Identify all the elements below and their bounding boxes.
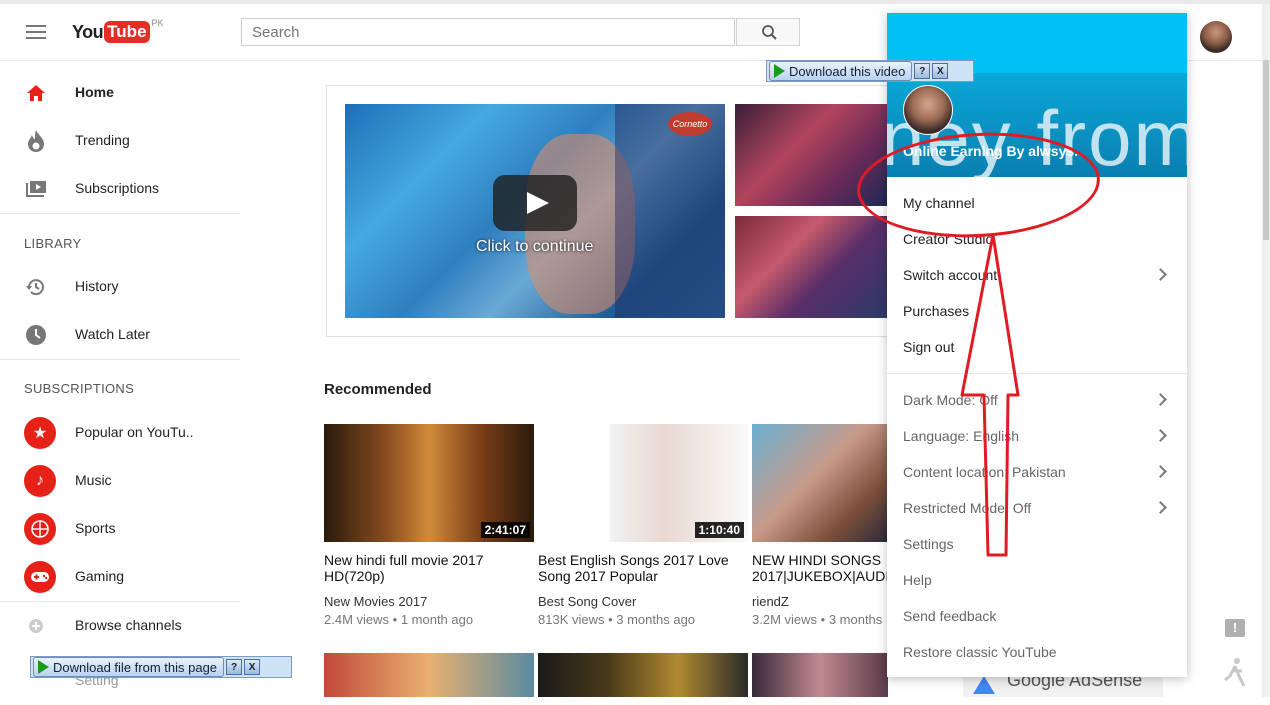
menu-item-restore-classic[interactable]: Restore classic YouTube (887, 634, 1187, 670)
sidebar-item-watch-later[interactable]: Watch Later (0, 311, 240, 359)
video-thumbnail[interactable] (752, 653, 888, 697)
scrollbar-thumb[interactable] (1263, 60, 1269, 240)
gamepad-icon (24, 561, 56, 593)
recommended-heading: Recommended (324, 381, 432, 398)
feedback-icon[interactable]: ! (1225, 619, 1245, 637)
sidebar-item-label: Gaming (75, 568, 125, 584)
sidebar-divider (0, 359, 240, 360)
play-arrow-icon (38, 660, 49, 674)
download-video-toolbar: Download this video ? X (766, 60, 974, 82)
menu-avatar (903, 85, 953, 135)
search-button[interactable] (736, 18, 800, 46)
home-icon (24, 81, 48, 105)
sidebar-divider (0, 213, 240, 214)
play-arrow-icon (774, 64, 785, 78)
chevron-right-icon (1154, 501, 1167, 514)
video-channel-name[interactable]: New Movies 2017 (324, 594, 427, 609)
chevron-right-icon (1154, 393, 1167, 406)
music-note-icon: ♪ (24, 465, 56, 497)
sidebar-item-label: Music (75, 472, 112, 488)
video-metadata: 813K views • 3 months ago (538, 612, 696, 627)
accessibility-icon[interactable] (1222, 656, 1248, 690)
video-thumbnail[interactable] (324, 653, 534, 697)
help-icon[interactable]: ? (226, 659, 243, 675)
logo-tube-text: Tube (104, 21, 150, 43)
sidebar-item-browse-channels[interactable]: Browse channels (0, 602, 240, 650)
account-avatar-button[interactable] (1200, 21, 1232, 53)
subscriptions-heading: SUBSCRIPTIONS (24, 381, 135, 396)
video-channel-name[interactable]: riendZ (752, 594, 789, 609)
sidebar-item-label: Subscriptions (75, 180, 160, 196)
history-icon (24, 275, 48, 299)
basketball-icon (24, 513, 56, 545)
sidebar-item-history[interactable]: History (0, 263, 240, 311)
duration-badge: 1:10:40 (694, 522, 744, 538)
help-icon[interactable]: ? (914, 63, 931, 79)
search-icon (762, 25, 777, 40)
video-title[interactable]: New hindi full movie 2017 HD(720p) (324, 552, 534, 584)
close-icon[interactable]: X (244, 659, 261, 675)
video-thumbnail[interactable]: 1:10:40 (538, 424, 748, 542)
chevron-right-icon (1154, 429, 1167, 442)
menu-item-send-feedback[interactable]: Send feedback (887, 598, 1187, 634)
video-title[interactable]: NEW HINDI SONGS 2017|JUKEBOX|AUDIO (752, 552, 888, 584)
video-thumbnail[interactable] (538, 653, 748, 697)
video-channel-name[interactable]: Best Song Cover (538, 594, 636, 609)
hamburger-menu-icon[interactable] (26, 25, 46, 41)
featured-thumbnail[interactable] (735, 216, 887, 318)
sidebar-item-label: Watch Later (75, 326, 150, 342)
download-video-button[interactable]: Download this video (769, 61, 913, 81)
sidebar-item-trending[interactable]: Trending (0, 117, 240, 165)
download-file-button[interactable]: Download file from this page (33, 657, 225, 677)
sidebar-item-sports[interactable]: Sports (0, 505, 240, 553)
sidebar-item-label: History (75, 278, 119, 294)
sidebar-item-gaming[interactable]: Gaming (0, 553, 240, 601)
annotation-arrow (960, 233, 1020, 557)
chevron-right-icon (1154, 268, 1167, 281)
cornetto-brand-badge: Cornetto (668, 112, 712, 136)
sidebar-item-music[interactable]: ♪ Music (0, 457, 240, 505)
video-thumbnail[interactable] (752, 424, 888, 542)
sidebar-item-label: Popular on YouTu.. (75, 424, 194, 440)
adsense-logo-icon (973, 676, 995, 694)
duration-badge: 2:41:07 (480, 522, 530, 538)
sidebar-item-subscriptions[interactable]: Subscriptions (0, 165, 240, 213)
chevron-right-icon (1154, 465, 1167, 478)
sidebar-item-label: Home (75, 84, 114, 100)
sidebar-item-label: Trending (75, 132, 130, 148)
video-thumbnail[interactable]: 2:41:07 (324, 424, 534, 542)
video-metadata: 2.4M views • 1 month ago (324, 612, 474, 627)
download-file-toolbar: Download file from this page ? X (30, 656, 292, 678)
sidebar-item-label: Browse channels (75, 617, 182, 633)
clock-icon (24, 323, 48, 347)
logo-country-code: PK (151, 18, 164, 28)
sidebar-item-popular[interactable]: ★ Popular on YouTu.. (0, 409, 240, 457)
play-button-icon[interactable] (493, 175, 577, 231)
sidebar-item-label: Sports (75, 520, 116, 536)
search-input[interactable] (241, 18, 735, 46)
sidebar-item-home[interactable]: Home (0, 69, 240, 117)
subscriptions-icon (24, 177, 48, 201)
video-metadata: 3.2M views • 3 months (752, 612, 883, 627)
close-icon[interactable]: X (932, 63, 949, 79)
guide-sidebar: Home Trending Subscriptions LIBRARY Hist… (0, 61, 240, 697)
logo-you-text: You (72, 21, 104, 42)
menu-item-help[interactable]: Help (887, 562, 1187, 598)
plus-circle-icon (24, 614, 48, 638)
star-icon: ★ (24, 417, 56, 449)
youtube-logo[interactable]: You Tube PK (72, 18, 164, 45)
click-to-continue-text: Click to continue (476, 238, 594, 255)
library-heading: LIBRARY (24, 236, 82, 251)
flame-icon (24, 129, 48, 153)
video-title[interactable]: Best English Songs 2017 Love Song 2017 P… (538, 552, 748, 584)
